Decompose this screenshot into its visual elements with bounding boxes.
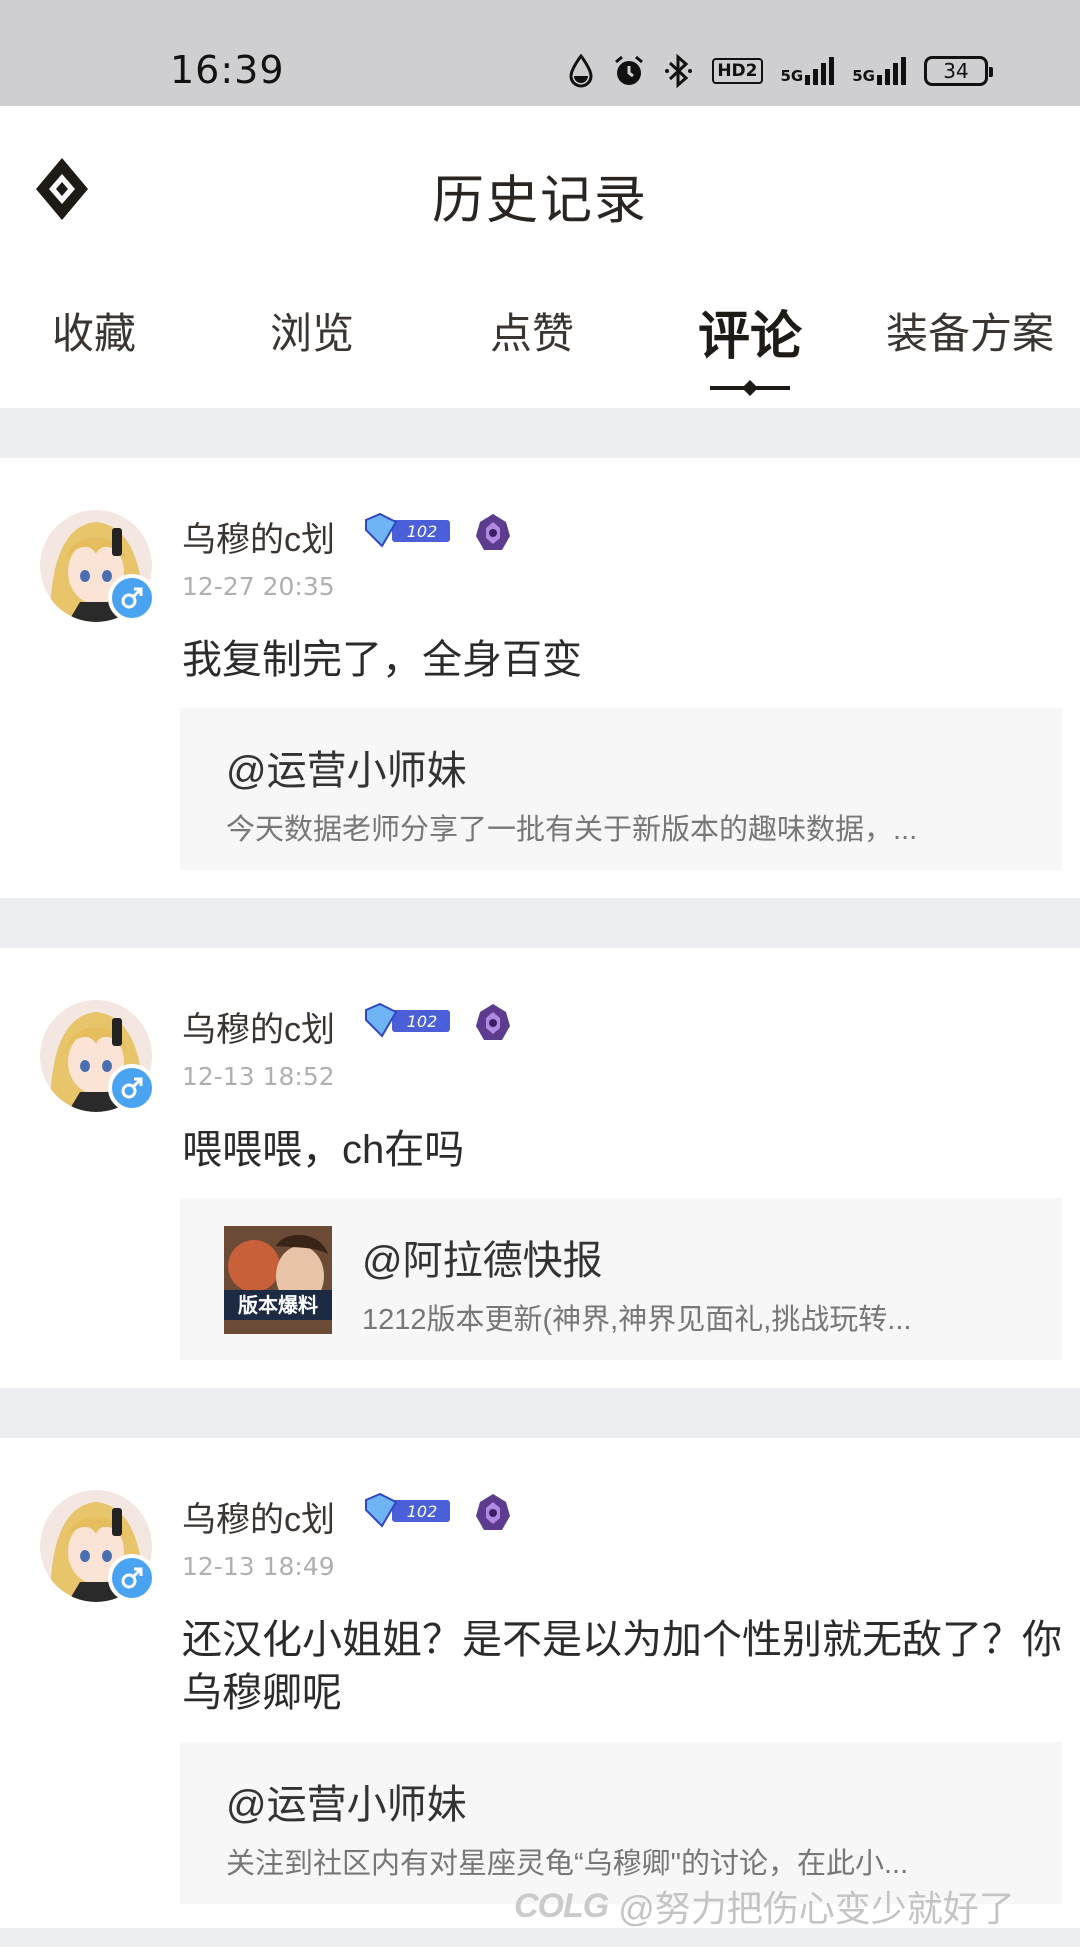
section-separator <box>0 1388 1080 1438</box>
level-badge-icon: 102 <box>362 1000 454 1040</box>
quoted-excerpt: 关注到社区内有对星座灵龟“乌穆卿"的讨论，在此小... <box>226 1848 909 1880</box>
tab-browse[interactable]: 浏览 <box>270 300 354 361</box>
level-number: 102 <box>407 1012 438 1031</box>
tab-equipment-plans[interactable]: 装备方案 <box>886 300 1054 361</box>
bluetooth-icon <box>664 54 694 88</box>
quoted-excerpt: 今天数据老师分享了一批有关于新版本的趣味数据，... <box>226 814 918 846</box>
status-icons: HD2 5G 5G 34 <box>568 50 993 92</box>
level-number: 102 <box>407 1502 438 1521</box>
colg-logo: COLG <box>514 1886 609 1925</box>
male-icon <box>108 1064 156 1112</box>
level-number: 102 <box>407 522 438 541</box>
battery-icon: 34 <box>924 56 993 86</box>
thumbnail-caption: 版本爆料 <box>238 1293 318 1317</box>
quoted-author: @阿拉德快报 <box>362 1239 603 1283</box>
signal-label: 5G <box>852 67 875 85</box>
quoted-excerpt: 1212版本更新(神界,神界见面礼,挑战玩转... <box>362 1304 912 1336</box>
status-time: 16:39 <box>170 48 285 92</box>
page-title: 历史记录 <box>431 172 648 230</box>
watermark-text: @努力把伤心变少就好了 <box>618 1888 1015 1929</box>
comment-text: 还汉化小姐姐？是不是以为加个性别就无敌了？你乌穆卿呢 <box>182 1618 1062 1715</box>
rank-badge-icon <box>472 512 514 554</box>
quoted-post[interactable]: 版本爆料 @阿拉德快报 1212版本更新(神界,神界见面礼,挑战玩转... <box>180 1198 1062 1360</box>
tab-likes[interactable]: 点赞 <box>490 300 574 361</box>
tab-favorites[interactable]: 收藏 <box>52 300 136 361</box>
tab-active-indicator <box>710 380 790 396</box>
quoted-post[interactable]: @运营小师妹 今天数据老师分享了一批有关于新版本的趣味数据，... <box>180 708 1062 870</box>
hd-icon: HD2 <box>712 58 763 84</box>
username[interactable]: 乌穆的c划 <box>182 1492 335 1541</box>
tab-bar: 收藏 浏览 点赞 评论 装备方案 <box>0 300 1080 408</box>
watermark: COLG @努力把伤心变少就好了 <box>514 1880 1015 1932</box>
level-badge-icon: 102 <box>362 1490 454 1530</box>
tab-comments[interactable]: 评论 <box>698 294 802 369</box>
comment-card[interactable]: 乌穆的c划 102 12-13 18:52 喂喂喂，ch在吗 版本爆料 @阿拉德… <box>0 948 1080 1388</box>
drop-icon <box>568 54 594 88</box>
comment-text: 我复制完了，全身百变 <box>182 638 582 682</box>
quoted-thumbnail: 版本爆料 <box>224 1226 332 1334</box>
male-icon <box>108 574 156 622</box>
username[interactable]: 乌穆的c划 <box>182 1002 335 1051</box>
signal-5g-icon: 5G <box>781 57 835 85</box>
status-bar: 16:39 HD2 5G 5G 34 <box>0 0 1080 106</box>
level-badge-icon: 102 <box>362 510 454 550</box>
username[interactable]: 乌穆的c划 <box>182 512 335 561</box>
rank-badge-icon <box>472 1002 514 1044</box>
alarm-icon <box>612 54 646 88</box>
quoted-author: @运营小师妹 <box>226 1783 467 1827</box>
signal-label: 5G <box>780 67 804 85</box>
comment-time: 12-13 18:49 <box>182 1552 335 1581</box>
comment-card[interactable]: 乌穆的c划 102 12-13 18:49 还汉化小姐姐？是不是以为加个性别就无… <box>0 1438 1080 1928</box>
comment-time: 12-27 20:35 <box>182 572 335 601</box>
header: 历史记录 <box>0 106 1080 266</box>
male-icon <box>108 1554 156 1602</box>
signal-5g-icon: 5G <box>852 57 906 85</box>
comment-card[interactable]: 乌穆的c划 102 12-27 20:35 我复制完了，全身百变 @运营小师妹 … <box>0 458 1080 898</box>
section-separator <box>0 408 1080 458</box>
rank-badge-icon <box>472 1492 514 1534</box>
quoted-author: @运营小师妹 <box>226 749 467 793</box>
section-separator <box>0 898 1080 948</box>
comment-time: 12-13 18:52 <box>182 1062 335 1091</box>
comment-text: 喂喂喂，ch在吗 <box>182 1128 465 1172</box>
